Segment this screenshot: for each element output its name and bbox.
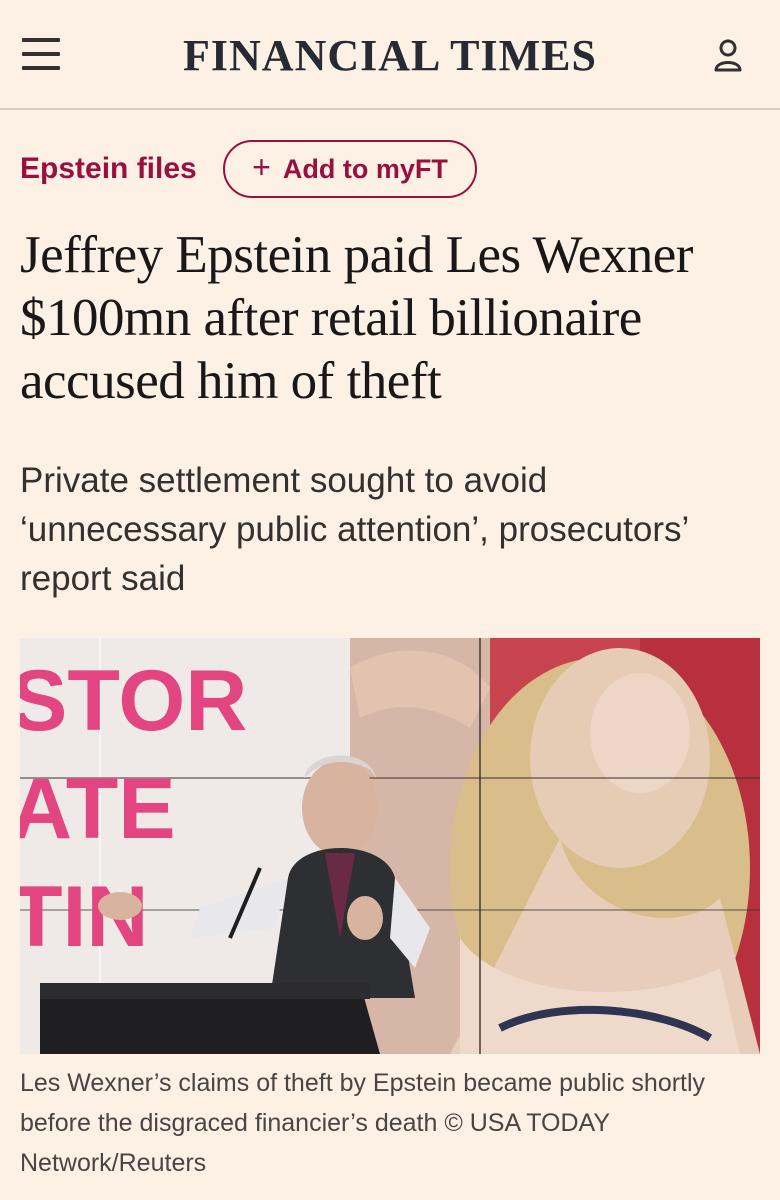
site-header: FINANCIAL TIMES — [0, 0, 780, 110]
user-account-icon[interactable] — [712, 38, 744, 74]
screen-text-line-2: ATE — [20, 761, 176, 857]
article-headline: Jeffrey Epstein paid Les Wexner $100mn a… — [20, 226, 693, 410]
photo-caption: Les Wexner’s claims of theft by Epstein … — [20, 1069, 706, 1177]
masthead-logo[interactable]: FINANCIAL TIMES — [0, 30, 780, 81]
add-to-myft-button[interactable]: + Add to myFT — [223, 140, 477, 198]
screen-text-line-1: STOR — [20, 653, 247, 749]
topic-link[interactable]: Epstein files — [20, 152, 197, 186]
add-to-myft-label: Add to myFT — [282, 153, 448, 184]
article-standfirst: Private settlement sought to avoid ‘unne… — [20, 461, 688, 598]
article-photo: STOR ATE TIN — [20, 638, 760, 1054]
topic-row: Epstein files + Add to myFT — [20, 140, 760, 200]
plus-icon: + — [252, 149, 271, 185]
